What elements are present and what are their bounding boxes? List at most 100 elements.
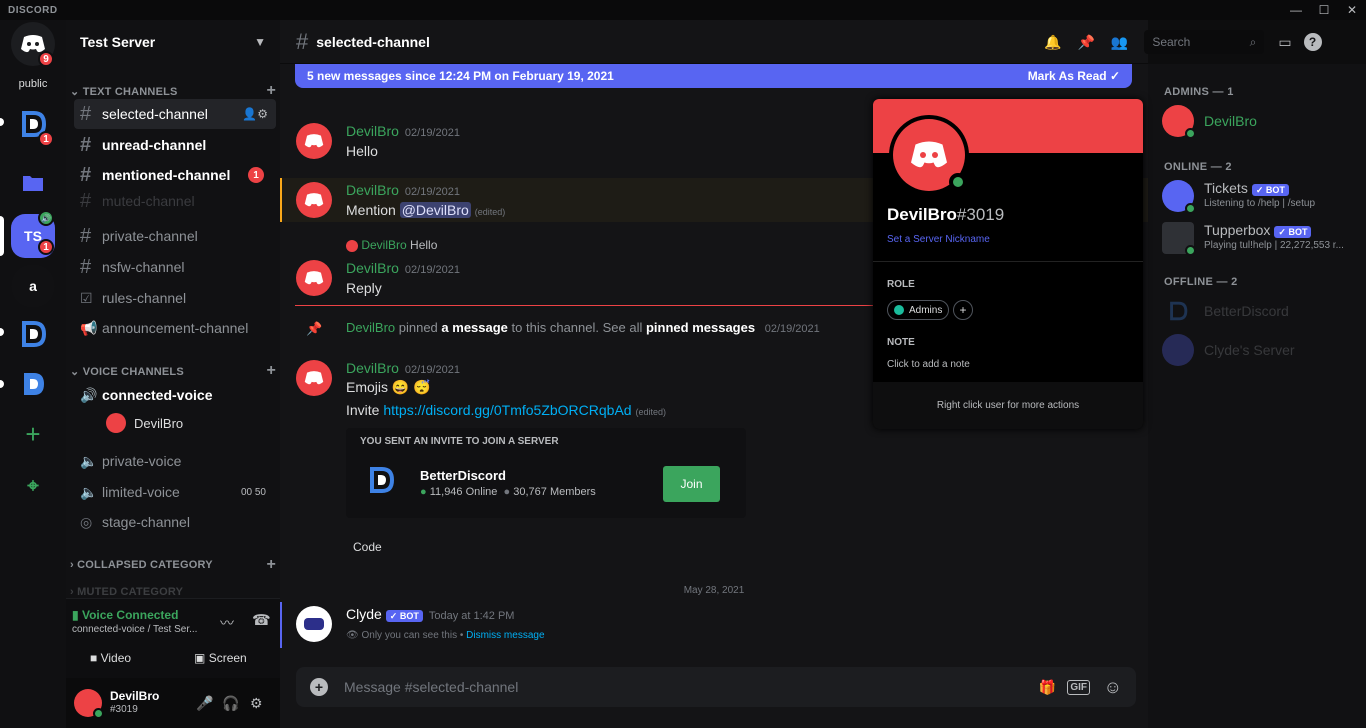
user-mention[interactable]: @DevilBro [399, 202, 471, 218]
set-nickname-link[interactable]: Set a Server Nickname [887, 234, 990, 245]
server-icon-bd3[interactable] [11, 362, 55, 406]
noise-suppression-icon[interactable]: 〰 [220, 613, 234, 633]
message-author[interactable]: DevilBro 02/19/2021 [346, 182, 460, 198]
new-messages-banner[interactable]: 5 new messages since 12:24 PM on Februar… [295, 64, 1132, 88]
disconnect-icon[interactable]: ☎ [252, 611, 271, 629]
maximize-button[interactable]: ☐ [1310, 0, 1338, 20]
mark-as-read-button[interactable]: Mark As Read ✓ [1028, 69, 1120, 83]
join-button[interactable]: Join [663, 466, 720, 502]
channel-rules[interactable]: ☑ rules-channel [74, 283, 276, 313]
emoji-row[interactable]: 😄 😴 [392, 379, 431, 395]
video-button[interactable]: ■ Video [90, 651, 131, 665]
category-voice-channels[interactable]: ⌄ VOICE CHANNELS + [70, 362, 276, 380]
stage-channel[interactable]: ◎ stage-channel [74, 507, 276, 537]
server-icon-bd2[interactable] [11, 312, 55, 356]
gif-icon[interactable]: GIF [1067, 679, 1090, 695]
signal-icon: ▮ [72, 608, 79, 622]
add-channel-icon[interactable]: + [266, 82, 276, 100]
popout-footer: Right click user for more actions [873, 382, 1143, 429]
dismiss-link[interactable]: Dismiss message [466, 630, 544, 641]
chevron-icon: ⌄ [70, 85, 83, 98]
channel-mentioned[interactable]: # mentioned-channel 1 [74, 160, 276, 190]
channel-nsfw[interactable]: # nsfw-channel [74, 252, 276, 282]
message-composer[interactable]: + Message #selected-channel 🎁 GIF ☺ [296, 667, 1136, 707]
help-icon[interactable]: ? [1303, 33, 1322, 51]
pin-icon[interactable]: 📌 [1077, 34, 1094, 51]
server-header[interactable]: Test Server ▼ [66, 20, 280, 64]
message-input[interactable]: Message #selected-channel [344, 679, 518, 695]
emoji-picker-icon[interactable]: ☺ [1104, 677, 1122, 698]
message-author[interactable]: DevilBro 02/19/2021 [346, 360, 460, 376]
invite-link[interactable]: https://discord.gg/0Tmfo5ZbORCRqbAd [383, 402, 631, 418]
betterdiscord-icon[interactable] [366, 466, 396, 497]
add-role-button[interactable]: + [953, 300, 973, 320]
screen-share-button[interactable]: ▣ Screen [194, 651, 247, 665]
message-author[interactable]: Clyde ✓ BOT Today at 1:42 PM [346, 606, 514, 622]
add-channel-icon[interactable]: + [266, 556, 276, 574]
attach-plus-icon[interactable]: + [310, 678, 328, 696]
gift-icon[interactable]: 🎁 [1039, 679, 1056, 696]
public-label: public [18, 78, 48, 90]
note-input[interactable]: Click to add a note [887, 359, 970, 370]
category-collapsed[interactable]: › COLLAPSED CATEGORY + [70, 556, 276, 574]
add-server-button[interactable]: + [11, 412, 55, 456]
avatar[interactable] [296, 123, 332, 159]
channel-announcement[interactable]: 📢 announcement-channel [74, 313, 276, 343]
explore-icon[interactable]: ⌖ [11, 464, 55, 508]
message-author[interactable]: DevilBro 02/19/2021 [346, 260, 460, 276]
edited-tag: (edited) [474, 207, 506, 217]
user-panel: DevilBro #3019 🎤 🎧 ⚙ [66, 678, 280, 728]
avatar[interactable] [296, 182, 332, 218]
invite-card: YOU SENT AN INVITE TO JOIN A SERVER Bett… [346, 428, 746, 518]
member-item[interactable]: Tupperbox ✓ BOT Playing tul!help | 22,272… [1162, 222, 1344, 256]
message-author[interactable]: DevilBro 02/19/2021 [346, 123, 460, 139]
profile-avatar[interactable] [889, 115, 969, 195]
online-status [1185, 245, 1196, 256]
avatar [1162, 334, 1194, 366]
folder-icon[interactable] [11, 161, 55, 205]
bell-icon[interactable]: 🔔 [1044, 34, 1061, 51]
pin-icon: 📌 [306, 321, 323, 336]
member-name: BetterDiscord [1204, 303, 1289, 319]
channel-selected[interactable]: # selected-channel 👤⚙ [74, 99, 276, 129]
channel-muted[interactable]: # muted-channel [74, 190, 276, 212]
member-item[interactable]: Clyde's Server [1162, 334, 1295, 366]
close-button[interactable]: ✕ [1338, 0, 1366, 20]
avatar[interactable] [296, 360, 332, 396]
pinned-message-link[interactable]: a message [441, 320, 508, 335]
reply-reference[interactable]: DevilBro Hello [346, 238, 437, 252]
pinned-messages-link[interactable]: pinned messages [646, 320, 755, 335]
member-item[interactable]: BetterDiscord [1162, 295, 1289, 327]
server-icon-a[interactable]: a [11, 264, 55, 308]
hash-icon: # [80, 102, 92, 125]
hash-icon: # [80, 255, 92, 278]
category-muted[interactable]: › MUTED CATEGORY [70, 586, 276, 598]
category-text-channels[interactable]: ⌄ TEXT CHANNELS + [70, 82, 276, 100]
headphones-icon[interactable]: 🎧 [222, 695, 239, 712]
voice-channel-limited[interactable]: 🔈 limited-voice 00 50 [74, 477, 276, 507]
voice-channel-connected[interactable]: 🔊 connected-voice [74, 380, 276, 410]
voice-channel-private[interactable]: 🔈 private-voice [74, 446, 276, 476]
channel-private[interactable]: # private-channel [74, 221, 276, 251]
members-icon[interactable]: 👥 [1111, 34, 1128, 51]
avatar[interactable] [74, 689, 104, 719]
member-item[interactable]: Tickets ✓ BOT Listening to /help | /setup [1162, 180, 1315, 214]
inbox-icon[interactable]: ▭ [1278, 34, 1291, 51]
invite-settings-icons[interactable]: 👤⚙ [242, 107, 268, 121]
minimize-button[interactable]: — [1282, 0, 1310, 20]
members-heading-admins: ADMINS — 1 [1164, 86, 1234, 98]
user-info[interactable]: DevilBro #3019 [110, 690, 159, 716]
settings-gear-icon[interactable]: ⚙ [250, 695, 263, 712]
clyde-avatar[interactable] [296, 606, 332, 642]
message-text: Emojis 😄 😴 [346, 379, 431, 395]
role-pill[interactable]: Admins [887, 300, 950, 320]
voice-user[interactable]: DevilBro [106, 413, 183, 433]
voice-location[interactable]: connected-voice / Test Ser... [72, 624, 197, 635]
channel-unread[interactable]: # unread-channel [74, 130, 276, 160]
search-input[interactable]: Search ⌕ [1144, 30, 1265, 54]
microphone-icon[interactable]: 🎤 [196, 695, 213, 712]
member-item[interactable]: DevilBro [1162, 105, 1257, 139]
add-channel-icon[interactable]: + [266, 362, 276, 380]
avatar[interactable] [296, 260, 332, 296]
bot-badge: ✓ BOT [1274, 226, 1312, 238]
